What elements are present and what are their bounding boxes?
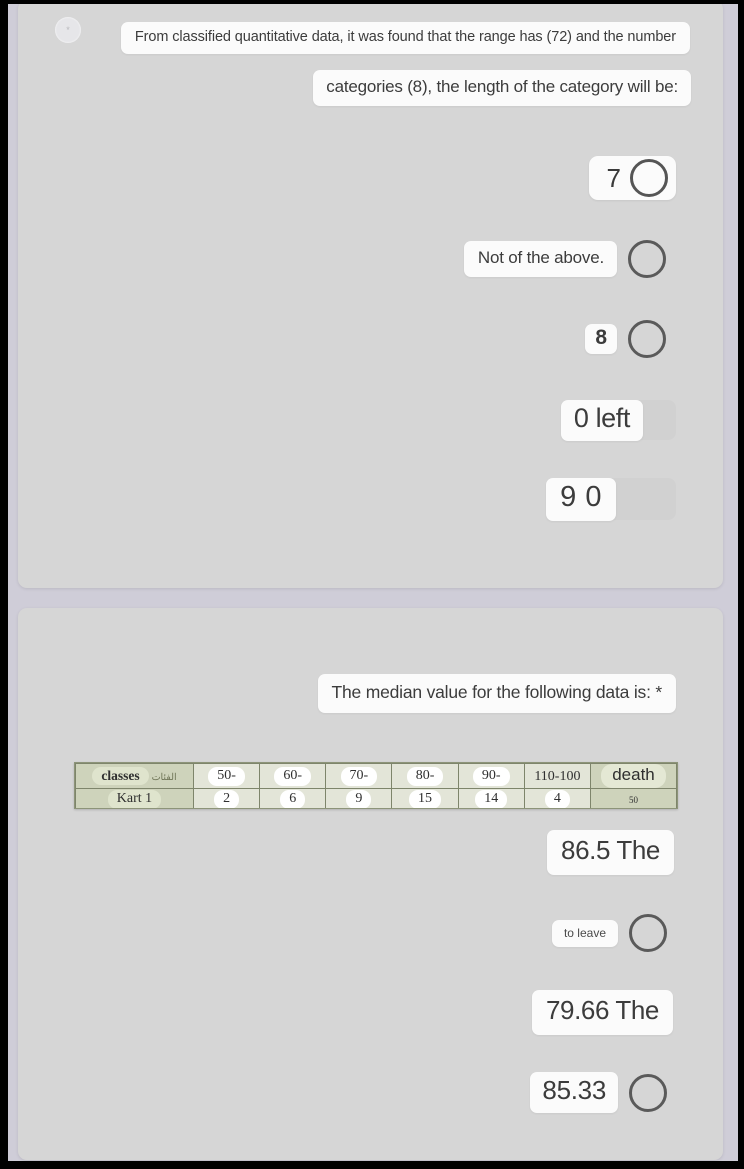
- question1-option-not-of-the-above-radio-icon[interactable]: [628, 240, 666, 278]
- question2-option-85-33-radio-icon[interactable]: [629, 1073, 667, 1112]
- question1-option-8-radio-icon[interactable]: [628, 320, 666, 358]
- table-class-value-0: 50-: [208, 766, 245, 786]
- table-cell-freq-3: 15: [391, 787, 459, 808]
- question2-option-79-66[interactable]: 79.66 The: [531, 990, 673, 1035]
- table-header-kart-label: Kart 1: [107, 789, 162, 808]
- question1-option-7[interactable]: 7: [588, 156, 676, 200]
- question1-option-8-label: 8: [585, 324, 617, 354]
- question1-option-8[interactable]: 8: [585, 320, 666, 358]
- question1-prompt-line1: From classified quantitative data, it wa…: [120, 22, 690, 54]
- question1-prompt-line2: categories (8), the length of the catego…: [313, 70, 691, 106]
- table-freq-value-0: 2: [214, 789, 240, 808]
- table-cell-row-header: classes الفئات: [75, 763, 194, 789]
- table-cell-class-0: 50-: [192, 763, 261, 789]
- question2-option-85-33[interactable]: 85.33: [530, 1072, 667, 1113]
- table-cell-class-4: 90-: [457, 763, 525, 789]
- question1-option-not-of-the-above-label: Not of the above.: [463, 241, 617, 277]
- table-cell-freq-0: 2: [192, 787, 261, 808]
- table-freq-value-3: 15: [409, 789, 442, 808]
- table-cell-freq-4: 14: [457, 787, 525, 808]
- table-class-value-2: 70-: [340, 766, 378, 786]
- question1-option-0-left-label: 0 left: [560, 400, 643, 441]
- table-cell-freq-1: 6: [259, 787, 327, 808]
- table-row-frequencies: Kart 1 2 6 9 15 14 4 50: [75, 787, 677, 808]
- question2-option-85-33-label: 85.33: [530, 1072, 618, 1113]
- question2-prompt: The median value for the following data …: [317, 674, 676, 713]
- table-cell-death-value: 50: [590, 787, 677, 808]
- table-cell-row-header-second: Kart 1: [75, 787, 194, 808]
- table-row-classes: classes الفئات 50- 60- 70- 80- 90- 110-10…: [75, 763, 677, 789]
- question1-option-90-label: 9 0: [546, 478, 616, 521]
- table-header-classes-arabic: الفئات: [151, 772, 177, 783]
- table-cell-class-2: 70-: [325, 763, 393, 789]
- table-header-classes-label: classes: [92, 766, 149, 786]
- table-freq-value-2: 9: [346, 789, 372, 808]
- question1-option-7-label: 7: [606, 162, 621, 193]
- question2-option-86-5[interactable]: 86.5 The: [547, 830, 674, 875]
- question1-prompt-line1-row: From classified quantitative data, it wa…: [8, 22, 690, 54]
- table-class-value-1: 60-: [274, 766, 312, 786]
- table-cell-freq-5: 4: [523, 787, 592, 808]
- question2-option-to-leave[interactable]: to leave: [551, 914, 667, 952]
- question1-option-7-chip[interactable]: 7: [588, 156, 676, 200]
- question1-option-not-of-the-above[interactable]: Not of the above.: [463, 240, 666, 278]
- question2-option-79-66-label: 79.66 The: [531, 990, 673, 1035]
- table-death-label: death: [601, 764, 666, 788]
- table-class-value-4: 90-: [472, 766, 510, 786]
- question1-option-90[interactable]: 9 0: [546, 478, 616, 521]
- device-frame: * From classified quantitative data, it …: [0, 0, 744, 1169]
- table-class-value-3: 80-: [406, 766, 444, 786]
- form-page: * From classified quantitative data, it …: [8, 4, 738, 1161]
- question1-option-0-left[interactable]: 0 left: [560, 400, 643, 441]
- table-class-value-5: 110-100: [534, 768, 581, 784]
- table-cell-death-header: death: [590, 763, 677, 789]
- table-death-value: 50: [629, 794, 638, 805]
- question1-option-7-radio-icon[interactable]: [630, 159, 668, 197]
- table-cell-class-3: 80-: [391, 763, 459, 789]
- table-cell-freq-2: 9: [325, 787, 393, 808]
- question1-prompt-line2-row: categories (8), the length of the catego…: [8, 70, 691, 106]
- table-freq-value-4: 14: [475, 789, 508, 808]
- table-freq-value-1: 6: [280, 789, 306, 808]
- question2-option-to-leave-radio-icon[interactable]: [629, 914, 667, 952]
- table-freq-value-5: 4: [544, 789, 570, 808]
- table-cell-class-5: 110-100: [523, 763, 592, 789]
- question2-option-to-leave-label: to leave: [551, 919, 618, 947]
- question2-frequency-table: classes الفئات 50- 60- 70- 80- 90- 110-10…: [74, 762, 678, 809]
- question2-option-86-5-label: 86.5 The: [547, 830, 674, 875]
- table-cell-class-1: 60-: [259, 763, 327, 789]
- question2-prompt-row: The median value for the following data …: [8, 674, 676, 713]
